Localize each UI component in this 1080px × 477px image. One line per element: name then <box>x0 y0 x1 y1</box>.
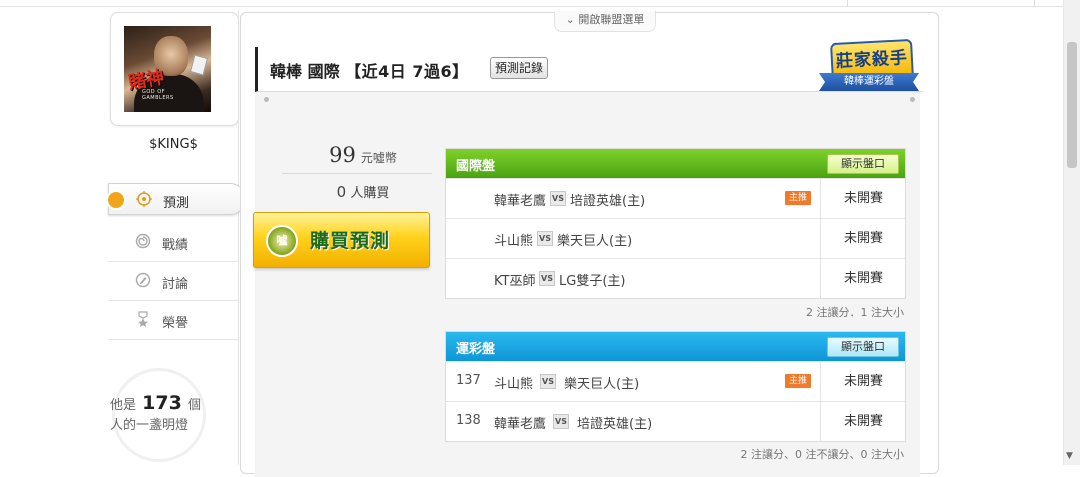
vs-icon: VS <box>550 191 566 206</box>
prediction-history-button[interactable]: 預測記錄 <box>490 57 549 79</box>
intl-odds-table: 國際盤 顯示盤口 韓華老鷹 VS 培證英雄(主) 主推 未開賽 斗山熊 VS 樂… <box>445 148 906 299</box>
lamp-count: 173 <box>142 392 182 414</box>
table-header: 運彩盤 顯示盤口 <box>446 332 905 361</box>
lamp-line2: 人的一盞明燈 <box>110 418 189 433</box>
vs-icon: VS <box>539 271 555 286</box>
top-separator <box>1034 0 1035 6</box>
away-team: 斗山熊 <box>494 377 534 392</box>
buyers-label: 人購買 <box>350 186 390 201</box>
scrollbar-thumb[interactable] <box>1067 42 1077 168</box>
price-divider <box>282 173 432 174</box>
buyers: 0 人購買 <box>308 182 418 201</box>
nav-label: 戰績 <box>162 238 189 253</box>
target-icon <box>136 191 152 207</box>
sports-lottery-table: 運彩盤 顯示盤口 137 斗山熊 VS 樂天巨人(主) 主推 未開賽 138 韓… <box>445 331 906 442</box>
vertical-scrollbar[interactable]: ▼ <box>1063 0 1080 465</box>
buy-button-label: 購買預測 <box>310 230 391 252</box>
nav-label: 討論 <box>162 277 189 292</box>
vs-icon: VS <box>540 374 556 389</box>
lamp-counter: 他是 173 個 人的一盞明燈 <box>110 368 240 465</box>
league-menu-label: 開啟聯盟選單 <box>578 13 645 26</box>
username[interactable]: $KING$ <box>110 137 237 152</box>
scroll-down-arrow-icon[interactable]: ▼ <box>1066 451 1073 461</box>
coin-icon: 噓 <box>266 225 298 257</box>
away-team: KT巫師 <box>494 274 536 289</box>
avatar[interactable]: 賭神 GOD OF GAMBLERS <box>124 26 211 112</box>
page-title: 韓棒 國際 【近4日 7過6】 <box>270 58 469 82</box>
intl-summary: 2 注讓分．1 注大小 <box>806 306 904 319</box>
nav-label: 榮譽 <box>162 316 189 331</box>
game-number: 137 <box>456 373 481 388</box>
price: 99 元噓幣 <box>308 143 418 167</box>
table-header: 國際盤 顯示盤口 <box>446 149 905 178</box>
nav-item-honor[interactable]: 榮譽 <box>108 301 238 340</box>
pencil-icon <box>135 272 151 288</box>
main-pick-badge: 主推 <box>785 374 811 388</box>
lamp-prefix: 他是 <box>110 398 137 413</box>
home-team: 培證英雄(主) <box>577 417 653 432</box>
away-team: 韓華老鷹 <box>494 194 547 209</box>
table-row[interactable]: 138 韓華老鷹 VS 培證英雄(主) 未開賽 <box>446 401 905 441</box>
spiral-icon <box>135 233 151 249</box>
home-team: 培證英雄(主) <box>570 194 646 209</box>
top-separator <box>847 0 848 6</box>
game-status: 未開賽 <box>820 362 906 401</box>
home-team: 樂天巨人(主) <box>564 377 640 392</box>
price-unit: 元噓幣 <box>360 151 397 165</box>
table-row[interactable]: 斗山熊 VS 樂天巨人(主) 未開賽 <box>446 218 905 258</box>
nav-item-discuss[interactable]: 討論 <box>108 262 238 301</box>
home-team: 樂天巨人(主) <box>557 234 633 249</box>
pin-icon <box>264 97 269 102</box>
away-team: 斗山熊 <box>494 234 534 249</box>
buyers-count: 0 <box>336 183 347 201</box>
table-title: 國際盤 <box>456 159 496 174</box>
show-odds-button[interactable]: 顯示盤口 <box>827 154 899 174</box>
chevron-down-icon: ⌄ <box>565 13 575 26</box>
sports-summary: 2 注讓分、0 注不讓分、0 注大小 <box>740 448 905 461</box>
table-row[interactable]: 137 斗山熊 VS 樂天巨人(主) 主推 未開賽 <box>446 361 905 401</box>
table-row[interactable]: 韓華老鷹 VS 培證英雄(主) 主推 未開賽 <box>446 178 905 218</box>
nav-label: 預測 <box>163 196 190 211</box>
home-team: LG雙子(主) <box>559 274 626 289</box>
game-status: 未開賽 <box>820 179 906 218</box>
nav-item-predict[interactable]: 預測 <box>106 183 246 215</box>
game-status: 未開賽 <box>820 219 906 258</box>
avatar-card[interactable]: 賭神 GOD OF GAMBLERS <box>110 12 239 126</box>
table-title: 運彩盤 <box>456 342 496 357</box>
main-pick-badge: 主推 <box>785 191 811 205</box>
buy-prediction-button[interactable]: 噓 購買預測 <box>253 212 430 268</box>
profile-nav: 預測 戰績 討論 榮譽 <box>106 183 246 340</box>
title-league: 韓棒 國際 <box>270 62 340 81</box>
price-amount: 99 <box>329 143 356 167</box>
title-record: 【近4日 7過6】 <box>345 62 469 81</box>
star-icon <box>138 311 148 327</box>
game-status: 未開賽 <box>820 259 906 298</box>
away-team: 韓華老鷹 <box>494 417 547 432</box>
game-status: 未開賽 <box>820 402 906 441</box>
lamp-suffix: 個 <box>187 398 201 413</box>
top-rule <box>0 0 1064 7</box>
vs-icon: VS <box>553 414 569 429</box>
avatar-title-en: GOD OF GAMBLERS <box>142 89 174 101</box>
nav-item-record[interactable]: 戰績 <box>108 223 238 262</box>
dealer-killer-badge: 莊家殺手 韓棒運彩盤 <box>819 38 923 103</box>
active-indicator <box>106 190 126 210</box>
vs-icon: VS <box>537 231 553 246</box>
game-number: 138 <box>456 413 481 428</box>
badge-ribbon: 韓棒運彩盤 <box>819 73 919 91</box>
league-menu-toggle[interactable]: ⌄ 開啟聯盟選單 <box>554 11 656 32</box>
show-odds-button[interactable]: 顯示盤口 <box>827 337 899 357</box>
table-row[interactable]: KT巫師 VS LG雙子(主) 未開賽 <box>446 258 905 298</box>
